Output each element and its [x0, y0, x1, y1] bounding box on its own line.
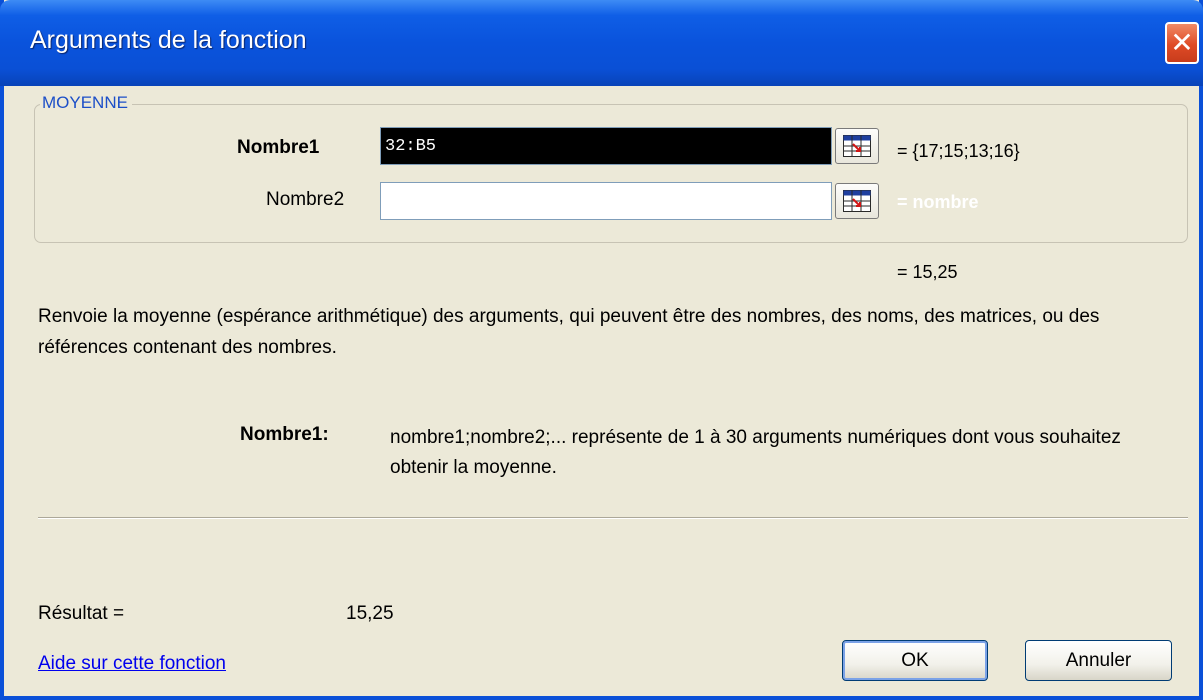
- nombre1-result: = {17;15;13;16}: [897, 141, 1020, 161]
- close-icon: ✕: [1170, 27, 1194, 58]
- title-bar[interactable]: Arguments de la fonction ✕: [0, 0, 1203, 86]
- arg-label-nombre1: Nombre1: [237, 137, 320, 158]
- result-label: Résultat =: [38, 603, 125, 624]
- ok-button[interactable]: OK: [842, 640, 988, 681]
- nombre2-input[interactable]: [380, 182, 832, 220]
- result-value: 15,25: [346, 603, 394, 624]
- nombre1-input[interactable]: [380, 127, 832, 165]
- formula-result: = 15,25: [897, 262, 958, 282]
- arg-label-nombre2: Nombre2: [266, 189, 345, 210]
- function-description: Renvoie la moyenne (espérance arithmétiq…: [38, 306, 1100, 358]
- separator: [38, 517, 1188, 519]
- help-link[interactable]: Aide sur cette fonction: [38, 653, 226, 675]
- close-button[interactable]: ✕: [1165, 22, 1199, 64]
- cancel-button[interactable]: Annuler: [1025, 640, 1172, 681]
- range-select-icon: [843, 135, 871, 157]
- function-arguments-dialog: Arguments de la fonction ✕ MOYENNE Nombr…: [0, 0, 1203, 700]
- function-groupbox: [34, 104, 1188, 243]
- arg-help-text: nombre1;nombre2;... représente de 1 à 30…: [390, 427, 1121, 478]
- arg-help-label: Nombre1:: [240, 424, 329, 445]
- range-select-icon: [843, 190, 871, 212]
- nombre2-range-select-button[interactable]: [835, 183, 879, 219]
- nombre1-range-select-button[interactable]: [835, 128, 879, 164]
- window-title: Arguments de la fonction: [30, 26, 307, 54]
- function-name-legend: MOYENNE: [40, 93, 132, 113]
- nombre2-result-hint: = nombre: [897, 192, 979, 212]
